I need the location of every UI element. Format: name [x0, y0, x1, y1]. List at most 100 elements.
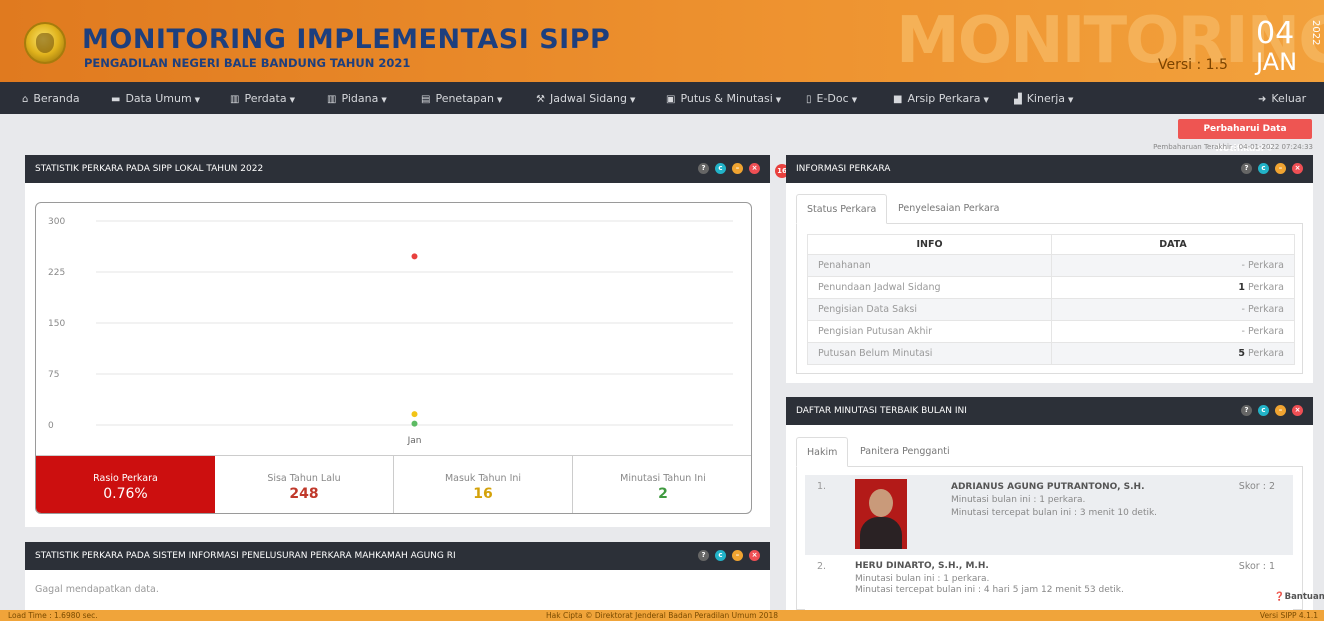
- stat-label: Rasio Perkara: [93, 473, 158, 484]
- stat-label: Minutasi Tahun Ini: [620, 473, 706, 484]
- data-cell: - Perkara: [1051, 298, 1295, 321]
- perkara-count: 1: [1238, 282, 1245, 293]
- refresh-icon[interactable]: c: [1258, 163, 1269, 174]
- chart-container: 0 75 150 225 300 Jan Rasio Perkara 0.76% Sisa…: [35, 202, 752, 514]
- nav-label: Perdata: [244, 92, 287, 105]
- date-day: 04: [1256, 16, 1295, 51]
- book-icon: ▤: [421, 94, 431, 105]
- stat-sipp-ma-panel: STATISTIK PERKARA PADA SISTEM INFORMASI …: [25, 542, 770, 610]
- minimize-icon[interactable]: –: [1275, 405, 1286, 416]
- help-icon[interactable]: ?: [1241, 163, 1252, 174]
- calendar-check-icon: ▣: [666, 94, 676, 105]
- close-icon[interactable]: ×: [749, 163, 760, 174]
- panel-header: INFORMASI PERKARA ? c – ×: [786, 155, 1313, 183]
- nav-label: Penetapan: [435, 92, 494, 105]
- perkara-unit: Perkara: [1244, 260, 1284, 271]
- y-tick-label: 300: [48, 217, 65, 227]
- table-row: Penahanan - Perkara: [807, 254, 1295, 277]
- minutasi-panel: DAFTAR MINUTASI TERBAIK BULAN INI ? c – × H…: [786, 397, 1313, 610]
- minutasi-fastest: Minutasi tercepat bulan ini : 3 menit 10…: [951, 508, 1158, 518]
- info-cell: Penahanan: [807, 254, 1052, 277]
- nav-arsip-perkara[interactable]: ■ Arsip Perkara ▼: [893, 82, 989, 114]
- nav-data-umum[interactable]: ▬ Data Umum ▼: [111, 82, 200, 114]
- nav-label: Beranda: [33, 92, 80, 105]
- data-cell: - Perkara: [1051, 254, 1295, 277]
- nav-label: Pidana: [341, 92, 379, 105]
- judge-photo: [855, 479, 907, 549]
- table-row: Pengisian Putusan Akhir - Perkara: [807, 320, 1295, 343]
- app-title: MONITORING IMPLEMENTASI SIPP: [82, 24, 611, 55]
- table-header: INFO DATA: [807, 234, 1295, 255]
- footer: Load Time : 1.6980 sec. Hak Cipta © Dire…: [0, 610, 1324, 621]
- panel-header: DAFTAR MINUTASI TERBAIK BULAN INI ? c – ×: [786, 397, 1313, 425]
- stat-value: 16: [473, 486, 493, 502]
- perkara-unit: Perkara: [1244, 326, 1284, 337]
- tab-hakim[interactable]: Hakim: [796, 437, 849, 467]
- minutasi-count: Minutasi bulan ini : 1 perkara.: [951, 495, 1086, 505]
- y-tick-label: 225: [48, 268, 65, 278]
- nav-jadwal-sidang[interactable]: ⚒ Jadwal Sidang ▼: [536, 82, 635, 114]
- info-cell: Penundaan Jadwal Sidang: [807, 276, 1052, 299]
- app-subtitle: PENGADILAN NEGERI BALE BANDUNG TAHUN 202…: [84, 56, 411, 70]
- nav-pidana[interactable]: ▥ Pidana ▼: [327, 82, 387, 114]
- perkara-unit: Perkara: [1244, 348, 1284, 359]
- help-icon[interactable]: ?: [698, 550, 709, 561]
- app-version: Versi : 1.5: [1158, 57, 1228, 73]
- score: Skor : 2: [1238, 481, 1275, 492]
- close-icon[interactable]: ×: [1292, 405, 1303, 416]
- data-point[interactable]: [411, 253, 418, 260]
- minimize-icon[interactable]: –: [732, 163, 743, 174]
- help-link[interactable]: ❓Bantuan: [1274, 592, 1324, 602]
- bank-icon: ▥: [230, 94, 240, 105]
- nav-beranda[interactable]: ⌂ Beranda: [22, 82, 80, 114]
- refresh-icon[interactable]: c: [715, 550, 726, 561]
- stat-minutasi: Minutasi Tahun Ini 2: [573, 456, 751, 513]
- folder-icon: ▬: [111, 94, 121, 105]
- y-tick-label: 75: [48, 370, 59, 380]
- date-month: JAN: [1256, 48, 1298, 76]
- refresh-icon[interactable]: c: [1258, 405, 1269, 416]
- info-cell: Putusan Belum Minutasi: [807, 342, 1052, 365]
- score: Skor : 1: [1238, 561, 1275, 572]
- minimize-icon[interactable]: –: [1275, 163, 1286, 174]
- question-icon: ❓: [1274, 592, 1285, 602]
- nav-putus-minutasi[interactable]: ▣ Putus & Minutasi ▼: [666, 82, 781, 114]
- minutasi-tabs: Hakim Panitera Pengganti: [796, 437, 1303, 467]
- close-icon[interactable]: ×: [1292, 163, 1303, 174]
- panel-header: STATISTIK PERKARA PADA SIPP LOKAL TAHUN …: [25, 155, 770, 183]
- sipp-version: Versi SIPP 4.1.1: [1259, 611, 1318, 620]
- nav-label: Kinerja: [1026, 92, 1066, 105]
- tab-penyelesaian-perkara[interactable]: Penyelesaian Perkara: [888, 194, 1010, 224]
- list-item: 1. ADRIANUS AGUNG PUTRANTONO, S.H. Minut…: [805, 475, 1293, 555]
- nav-logout[interactable]: ➜ Keluar: [1258, 82, 1306, 114]
- help-icon[interactable]: ?: [698, 163, 709, 174]
- info-tab-body: INFO DATA Penahanan - Perkara Penundaan Ja…: [796, 224, 1303, 374]
- nav-kinerja[interactable]: ▟ Kinerja ▼: [1014, 82, 1073, 114]
- info-cell: Pengisian Data Saksi: [807, 298, 1052, 321]
- minimize-icon[interactable]: –: [732, 550, 743, 561]
- rank-number: 2.: [817, 561, 827, 572]
- judge-name: ADRIANUS AGUNG PUTRANTONO, S.H.: [951, 482, 1145, 492]
- data-point[interactable]: [411, 420, 418, 427]
- bar-chart-icon: ▟: [1014, 94, 1022, 105]
- close-icon[interactable]: ×: [749, 550, 760, 561]
- info-cell: Pengisian Putusan Akhir: [807, 320, 1052, 343]
- nav-penetapan[interactable]: ▤ Penetapan ▼: [421, 82, 502, 114]
- tab-panitera-pengganti[interactable]: Panitera Pengganti: [850, 437, 960, 467]
- stat-masuk: Masuk Tahun Ini 16: [394, 456, 573, 513]
- nav-edoc[interactable]: ▯ E-Doc ▼: [806, 82, 857, 114]
- list-item: 2. HERU DINARTO, S.H., M.H. Minutasi bul…: [805, 555, 1293, 610]
- refresh-notification-button[interactable]: Perbaharui Data Notifikasi ⟳: [1178, 119, 1312, 154]
- nav-label: E-Doc: [816, 92, 849, 105]
- nav-perdata[interactable]: ▥ Perdata ▼: [230, 82, 295, 114]
- data-point[interactable]: [411, 411, 418, 418]
- refresh-icon[interactable]: c: [715, 163, 726, 174]
- chart-plot: 0 75 150 225 300 Jan: [48, 217, 733, 446]
- help-icon[interactable]: ?: [1241, 405, 1252, 416]
- date-year: 2022: [1310, 20, 1321, 46]
- nav-label: Data Umum: [125, 92, 192, 105]
- nav-label: Jadwal Sidang: [549, 92, 627, 105]
- y-tick-label: 150: [48, 319, 65, 329]
- copyright: Hak Cipta © Direktorat Jenderal Badan Pe…: [546, 611, 778, 620]
- tab-status-perkara[interactable]: Status Perkara: [796, 194, 888, 224]
